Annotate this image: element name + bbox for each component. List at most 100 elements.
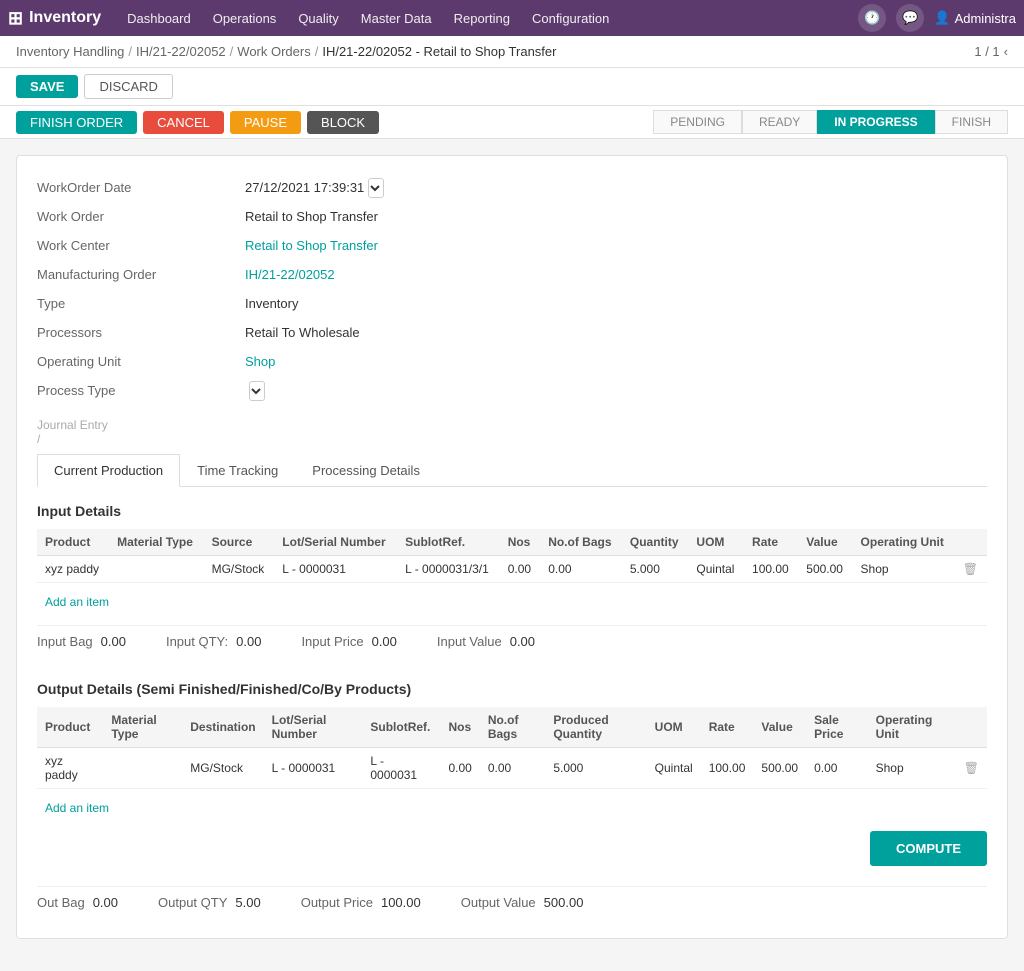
col-material-type: Material Type [109, 529, 204, 556]
input-value: 500.00 [798, 556, 852, 583]
user-avatar[interactable]: 👤 Administra [934, 10, 1016, 26]
form-fields: WorkOrder Date 27/12/2021 17:39:31 Work … [37, 176, 987, 402]
out-col-destination: Destination [182, 707, 263, 748]
app-name: Inventory [29, 9, 101, 27]
processors-label: Processors [37, 321, 237, 344]
breadcrumb-sep-3: / [315, 44, 319, 59]
input-rate: 100.00 [744, 556, 798, 583]
pause-button[interactable]: PAUSE [230, 111, 301, 134]
input-details-table: Product Material Type Source Lot/Serial … [37, 529, 987, 583]
action-buttons-left: SAVE DISCARD [16, 74, 173, 99]
out-col-no-of-bags: No.of Bags [480, 707, 546, 748]
nav-operations[interactable]: Operations [203, 0, 287, 36]
out-nos: 0.00 [440, 748, 479, 789]
breadcrumb-sep-1: / [128, 44, 132, 59]
col-lot-serial: Lot/Serial Number [274, 529, 397, 556]
journal-entry-label: Journal Entry [37, 418, 108, 432]
breadcrumb-work-orders[interactable]: Work Orders [237, 44, 310, 59]
output-add-item[interactable]: Add an item [37, 797, 117, 819]
type-label: Type [37, 292, 237, 315]
work-order-form: WorkOrder Date 27/12/2021 17:39:31 Work … [16, 155, 1008, 939]
compute-button[interactable]: COMPUTE [870, 831, 987, 866]
nav-configuration[interactable]: Configuration [522, 0, 619, 36]
out-lot-serial: L - 0000031 [264, 748, 363, 789]
input-qty-value: 0.00 [236, 634, 261, 649]
finish-order-button[interactable]: FINISH ORDER [16, 111, 137, 134]
nav-reporting[interactable]: Reporting [444, 0, 520, 36]
out-sale-price: 0.00 [806, 748, 868, 789]
status-bar: PENDING READY IN PROGRESS FINISH [653, 110, 1008, 134]
process-type-select[interactable] [249, 381, 265, 401]
out-col-nos: Nos [440, 707, 479, 748]
input-uom: Quintal [688, 556, 744, 583]
nav-quality[interactable]: Quality [288, 0, 348, 36]
out-destination: MG/Stock [182, 748, 263, 789]
input-table-row: xyz paddy MG/Stock L - 0000031 L - 00000… [37, 556, 987, 583]
operating-unit-value[interactable]: Shop [245, 350, 508, 373]
col-source: Source [204, 529, 275, 556]
pagination-prev-icon[interactable]: ‹ [1004, 44, 1008, 59]
col-action [955, 529, 987, 556]
breadcrumb-current: IH/21-22/02052 - Retail to Shop Transfer [322, 44, 556, 59]
out-col-product: Product [37, 707, 103, 748]
work-center-value[interactable]: Retail to Shop Transfer [245, 234, 508, 257]
breadcrumb-ih-number[interactable]: IH/21-22/02052 [136, 44, 226, 59]
col-sublot-ref: SublotRef. [397, 529, 500, 556]
tab-current-production[interactable]: Current Production [37, 454, 180, 487]
status-in-progress: IN PROGRESS [817, 110, 934, 134]
nav-master-data[interactable]: Master Data [351, 0, 442, 36]
col-rate: Rate [744, 529, 798, 556]
discard-button[interactable]: DISCARD [84, 74, 173, 99]
col-product: Product [37, 529, 109, 556]
top-nav: ⊞ Inventory Dashboard Operations Quality… [0, 0, 1024, 36]
input-bag-value: 0.00 [101, 634, 126, 649]
pagination-text: 1 / 1 [974, 44, 999, 59]
input-add-item[interactable]: Add an item [37, 591, 117, 613]
out-rate: 100.00 [701, 748, 754, 789]
work-center-label: Work Center [37, 234, 237, 257]
tab-time-tracking[interactable]: Time Tracking [180, 454, 295, 487]
app-logo[interactable]: ⊞ Inventory [8, 8, 101, 29]
status-ready: READY [742, 110, 817, 134]
tab-processing-details[interactable]: Processing Details [295, 454, 437, 487]
output-details-title: Output Details (Semi Finished/Finished/C… [37, 681, 987, 697]
tabs: Current Production Time Tracking Process… [37, 454, 987, 487]
work-order-date-label: WorkOrder Date [37, 176, 237, 199]
breadcrumb: Inventory Handling / IH/21-22/02052 / Wo… [16, 44, 556, 59]
block-button[interactable]: BLOCK [307, 111, 379, 134]
out-product: xyz paddy [37, 748, 103, 789]
output-summary: Out Bag 0.00 Output QTY 5.00 Output Pric… [37, 886, 987, 918]
out-col-sale-price: Sale Price [806, 707, 868, 748]
out-col-produced-qty: Produced Quantity [545, 707, 646, 748]
output-section: Output Details (Semi Finished/Finished/C… [37, 681, 987, 918]
out-sublot-ref: L - 0000031 [362, 748, 440, 789]
main-menu: Dashboard Operations Quality Master Data… [117, 0, 858, 36]
chat-icon[interactable]: 💬 [896, 4, 924, 32]
work-order-date-value: 27/12/2021 17:39:31 [245, 176, 364, 199]
input-delete-icon[interactable]: 🗑 [963, 562, 978, 576]
notification-icon[interactable]: 🕐 [858, 4, 886, 32]
out-col-sublot-ref: SublotRef. [362, 707, 440, 748]
nav-dashboard[interactable]: Dashboard [117, 0, 201, 36]
workflow-buttons: FINISH ORDER CANCEL PAUSE BLOCK [16, 111, 379, 134]
col-nos: Nos [500, 529, 541, 556]
input-product: xyz paddy [37, 556, 109, 583]
output-delete-icon[interactable]: 🗑 [964, 761, 979, 775]
cancel-button[interactable]: CANCEL [143, 111, 224, 134]
save-button[interactable]: SAVE [16, 75, 78, 98]
nav-right: 🕐 💬 👤 Administra [858, 4, 1016, 32]
output-details-table: Product Material Type Destination Lot/Se… [37, 707, 987, 789]
input-no-of-bags: 0.00 [540, 556, 622, 583]
input-details-title: Input Details [37, 503, 987, 519]
work-order-date-select[interactable] [368, 178, 384, 198]
input-lot-serial: L - 0000031 [274, 556, 397, 583]
journal-slash: / [37, 432, 40, 446]
out-material-type [103, 748, 182, 789]
output-table-row: xyz paddy MG/Stock L - 0000031 L - 00000… [37, 748, 987, 789]
breadcrumb-bar: Inventory Handling / IH/21-22/02052 / Wo… [0, 36, 1024, 68]
out-col-action [956, 707, 987, 748]
manufacturing-order-value[interactable]: IH/21-22/02052 [245, 263, 508, 286]
breadcrumb-inventory-handling[interactable]: Inventory Handling [16, 44, 124, 59]
pagination-controls: 1 / 1 ‹ [974, 44, 1008, 59]
user-name: Administra [955, 11, 1016, 26]
